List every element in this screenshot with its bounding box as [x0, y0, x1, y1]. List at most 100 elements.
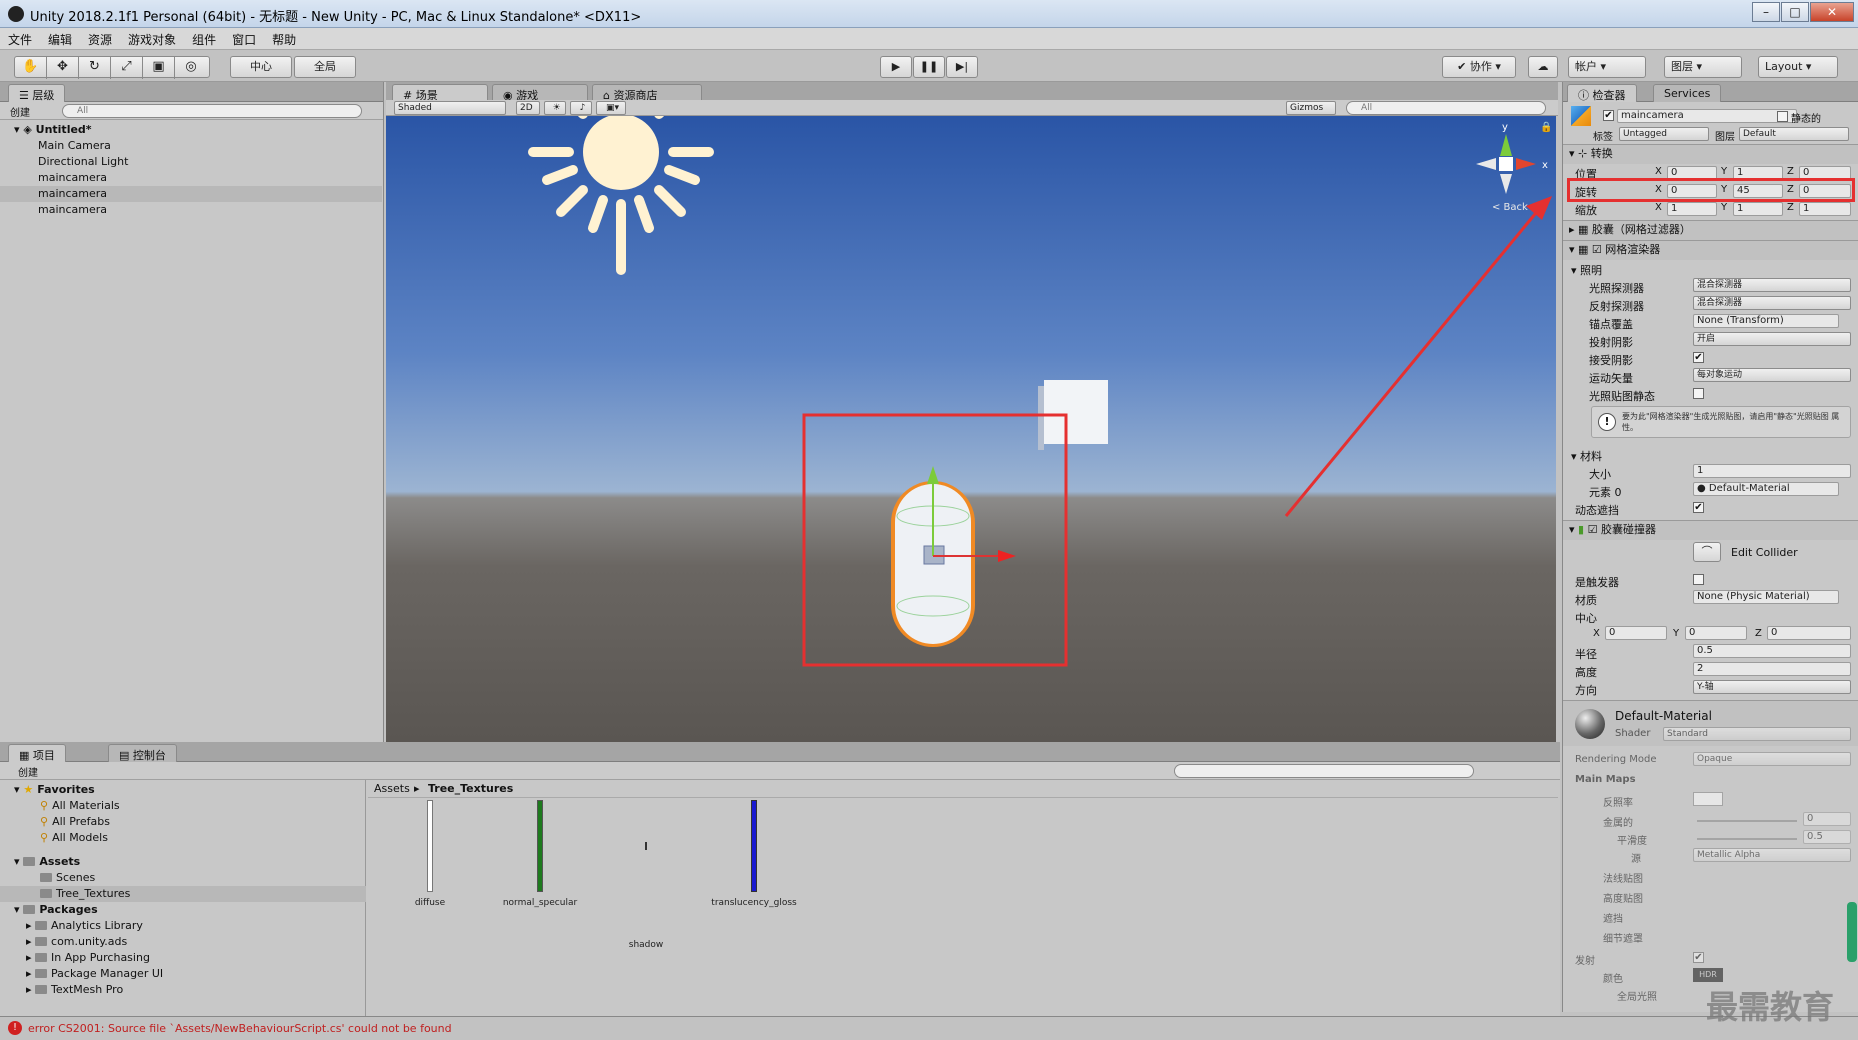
packages-row[interactable]: ▾ Packages	[0, 902, 98, 918]
material-header[interactable]: Default-Material Shader Standard	[1563, 700, 1858, 746]
lighting-foldout[interactable]: ▾ 照明	[1571, 262, 1602, 278]
metallic-field[interactable]: 0	[1803, 812, 1851, 826]
transform-header[interactable]: ▾ ⊹ 转换	[1563, 144, 1858, 164]
cloud-icon[interactable]: ☁	[1528, 56, 1558, 78]
hierarchy-item[interactable]: maincamera	[0, 202, 384, 218]
hierarchy-item[interactable]: Directional Light	[0, 154, 384, 170]
center-y-field[interactable]: 0	[1685, 626, 1747, 640]
center-z-field[interactable]: 0	[1767, 626, 1851, 640]
asset-file[interactable]: diffuse	[400, 800, 460, 908]
scale-z-field[interactable]: 1	[1799, 202, 1851, 216]
reflection-probes-dropdown[interactable]: 混合探测器	[1693, 296, 1851, 310]
is-trigger-checkbox[interactable]	[1693, 574, 1704, 585]
albedo-color-swatch[interactable]	[1693, 792, 1723, 806]
materials-size-field[interactable]: 1	[1693, 464, 1851, 478]
package-item[interactable]: ▸ Analytics Library	[0, 918, 143, 934]
lighting-toggle-icon[interactable]: ☀	[544, 101, 566, 115]
move-tool-icon[interactable]: ✥	[47, 57, 79, 79]
scale-tool-icon[interactable]: ⤢	[111, 57, 143, 79]
assets-row[interactable]: ▾ Assets	[0, 854, 80, 870]
project-create-button[interactable]: 创建	[18, 764, 38, 779]
error-message[interactable]: error CS2001: Source file `Assets/NewBeh…	[28, 1022, 452, 1035]
folder-item[interactable]: Scenes	[0, 870, 95, 886]
mesh-renderer-header[interactable]: ▾ ▦ ☑ 网格渲染器	[1563, 240, 1858, 260]
favorite-item[interactable]: ⚲ All Prefabs	[0, 814, 110, 830]
asset-file[interactable]: shadow	[616, 800, 676, 950]
cast-shadows-dropdown[interactable]: 开启	[1693, 332, 1851, 346]
package-item[interactable]: ▸ com.unity.ads	[0, 934, 127, 950]
shader-dropdown[interactable]: Standard	[1663, 727, 1851, 741]
lightmap-static-checkbox[interactable]	[1693, 388, 1704, 399]
rotate-tool-icon[interactable]: ↻	[79, 57, 111, 79]
rotation-z-field[interactable]: 0	[1799, 184, 1851, 198]
2d-toggle[interactable]: 2D	[516, 101, 540, 115]
rotation-y-field[interactable]: 45	[1733, 184, 1783, 198]
scale-y-field[interactable]: 1	[1733, 202, 1783, 216]
direction-dropdown[interactable]: Y-轴	[1693, 680, 1851, 694]
materials-foldout[interactable]: ▾ 材料	[1571, 448, 1602, 464]
emission-checkbox[interactable]: ✔	[1693, 952, 1704, 963]
element-0-field[interactable]: ● Default-Material	[1693, 482, 1839, 496]
tab-inspector[interactable]: ⓘ 检查器	[1567, 84, 1637, 102]
emission-hdr-swatch[interactable]: HDR	[1693, 968, 1723, 982]
menu-edit[interactable]: 编辑	[40, 28, 80, 48]
asset-file[interactable]: translucency_gloss	[704, 800, 804, 908]
light-probes-dropdown[interactable]: 混合探测器	[1693, 278, 1851, 292]
transform-tool-icon[interactable]: ◎	[175, 57, 207, 79]
hierarchy-item-selected[interactable]: maincamera	[0, 186, 382, 202]
menu-component[interactable]: 组件	[184, 28, 224, 48]
lock-icon[interactable]: 🔒	[1540, 121, 1552, 133]
radius-field[interactable]: 0.5	[1693, 644, 1851, 658]
source-dropdown[interactable]: Metallic Alpha	[1693, 848, 1851, 862]
tab-project[interactable]: ▦ 项目	[8, 744, 66, 762]
tab-services[interactable]: Services	[1653, 84, 1722, 102]
package-item[interactable]: ▸ TextMesh Pro	[0, 982, 123, 998]
scene-viewport[interactable]: y x < Back 🔒	[386, 116, 1556, 742]
menu-assets[interactable]: 资源	[80, 28, 120, 48]
active-checkbox[interactable]: ✔	[1603, 110, 1614, 121]
asset-file[interactable]: normal_specular	[500, 800, 580, 908]
scene-root-row[interactable]: ▾ ◈ Untitled*	[0, 122, 384, 138]
motion-vectors-dropdown[interactable]: 每对象运动	[1693, 368, 1851, 382]
hierarchy-search-input[interactable]: All	[62, 104, 362, 118]
inspector-scrollbar[interactable]	[1847, 902, 1857, 962]
menu-help[interactable]: 帮助	[264, 28, 304, 48]
hand-tool-icon[interactable]: ✋	[15, 57, 47, 79]
smoothness-field[interactable]: 0.5	[1803, 830, 1851, 844]
play-button[interactable]: ▶	[880, 56, 912, 78]
menu-window[interactable]: 窗口	[224, 28, 264, 48]
breadcrumb-assets[interactable]: Assets	[374, 782, 410, 795]
favorite-item[interactable]: ⚲ All Materials	[0, 798, 120, 814]
rendering-mode-dropdown[interactable]: Opaque	[1693, 752, 1851, 766]
smoothness-slider[interactable]	[1697, 838, 1797, 840]
shading-mode-dropdown[interactable]: Shaded	[394, 101, 506, 115]
breadcrumb-tree-textures[interactable]: Tree_Textures	[428, 782, 513, 795]
tag-dropdown[interactable]: Untagged	[1619, 127, 1709, 141]
hierarchy-item[interactable]: maincamera	[0, 170, 384, 186]
gizmos-dropdown[interactable]: Gizmos	[1286, 101, 1336, 115]
scene-search-input[interactable]: All	[1346, 101, 1546, 115]
layer-dropdown[interactable]: Default	[1739, 127, 1849, 141]
effects-toggle-icon[interactable]: ▣▾	[596, 101, 626, 115]
metallic-slider[interactable]	[1697, 820, 1797, 822]
scale-x-field[interactable]: 1	[1667, 202, 1717, 216]
layers-dropdown[interactable]: 图层 ▾	[1664, 56, 1742, 78]
collab-dropdown[interactable]: ✔ 协作 ▾	[1442, 56, 1516, 78]
menu-gameobject[interactable]: 游戏对象	[120, 28, 184, 48]
close-button[interactable]: ✕	[1810, 2, 1854, 22]
favorite-item[interactable]: ⚲ All Models	[0, 830, 108, 846]
layout-dropdown[interactable]: Layout ▾	[1758, 56, 1838, 78]
minimize-button[interactable]: –	[1752, 2, 1780, 22]
pivot-toggle[interactable]: 中心	[230, 56, 292, 78]
tab-console[interactable]: ▤ 控制台	[108, 744, 177, 762]
receive-shadows-checkbox[interactable]: ✔	[1693, 352, 1704, 363]
menu-file[interactable]: 文件	[0, 28, 40, 48]
rect-tool-icon[interactable]: ▣	[143, 57, 175, 79]
hierarchy-item[interactable]: Main Camera	[0, 138, 384, 154]
package-item[interactable]: ▸ Package Manager UI	[0, 966, 163, 982]
height-field[interactable]: 2	[1693, 662, 1851, 676]
hierarchy-create-button[interactable]: 创建	[10, 104, 30, 119]
folder-item-selected[interactable]: Tree_Textures	[0, 886, 366, 902]
step-button[interactable]: ▶|	[946, 56, 978, 78]
collider-material-field[interactable]: None (Physic Material)	[1693, 590, 1839, 604]
